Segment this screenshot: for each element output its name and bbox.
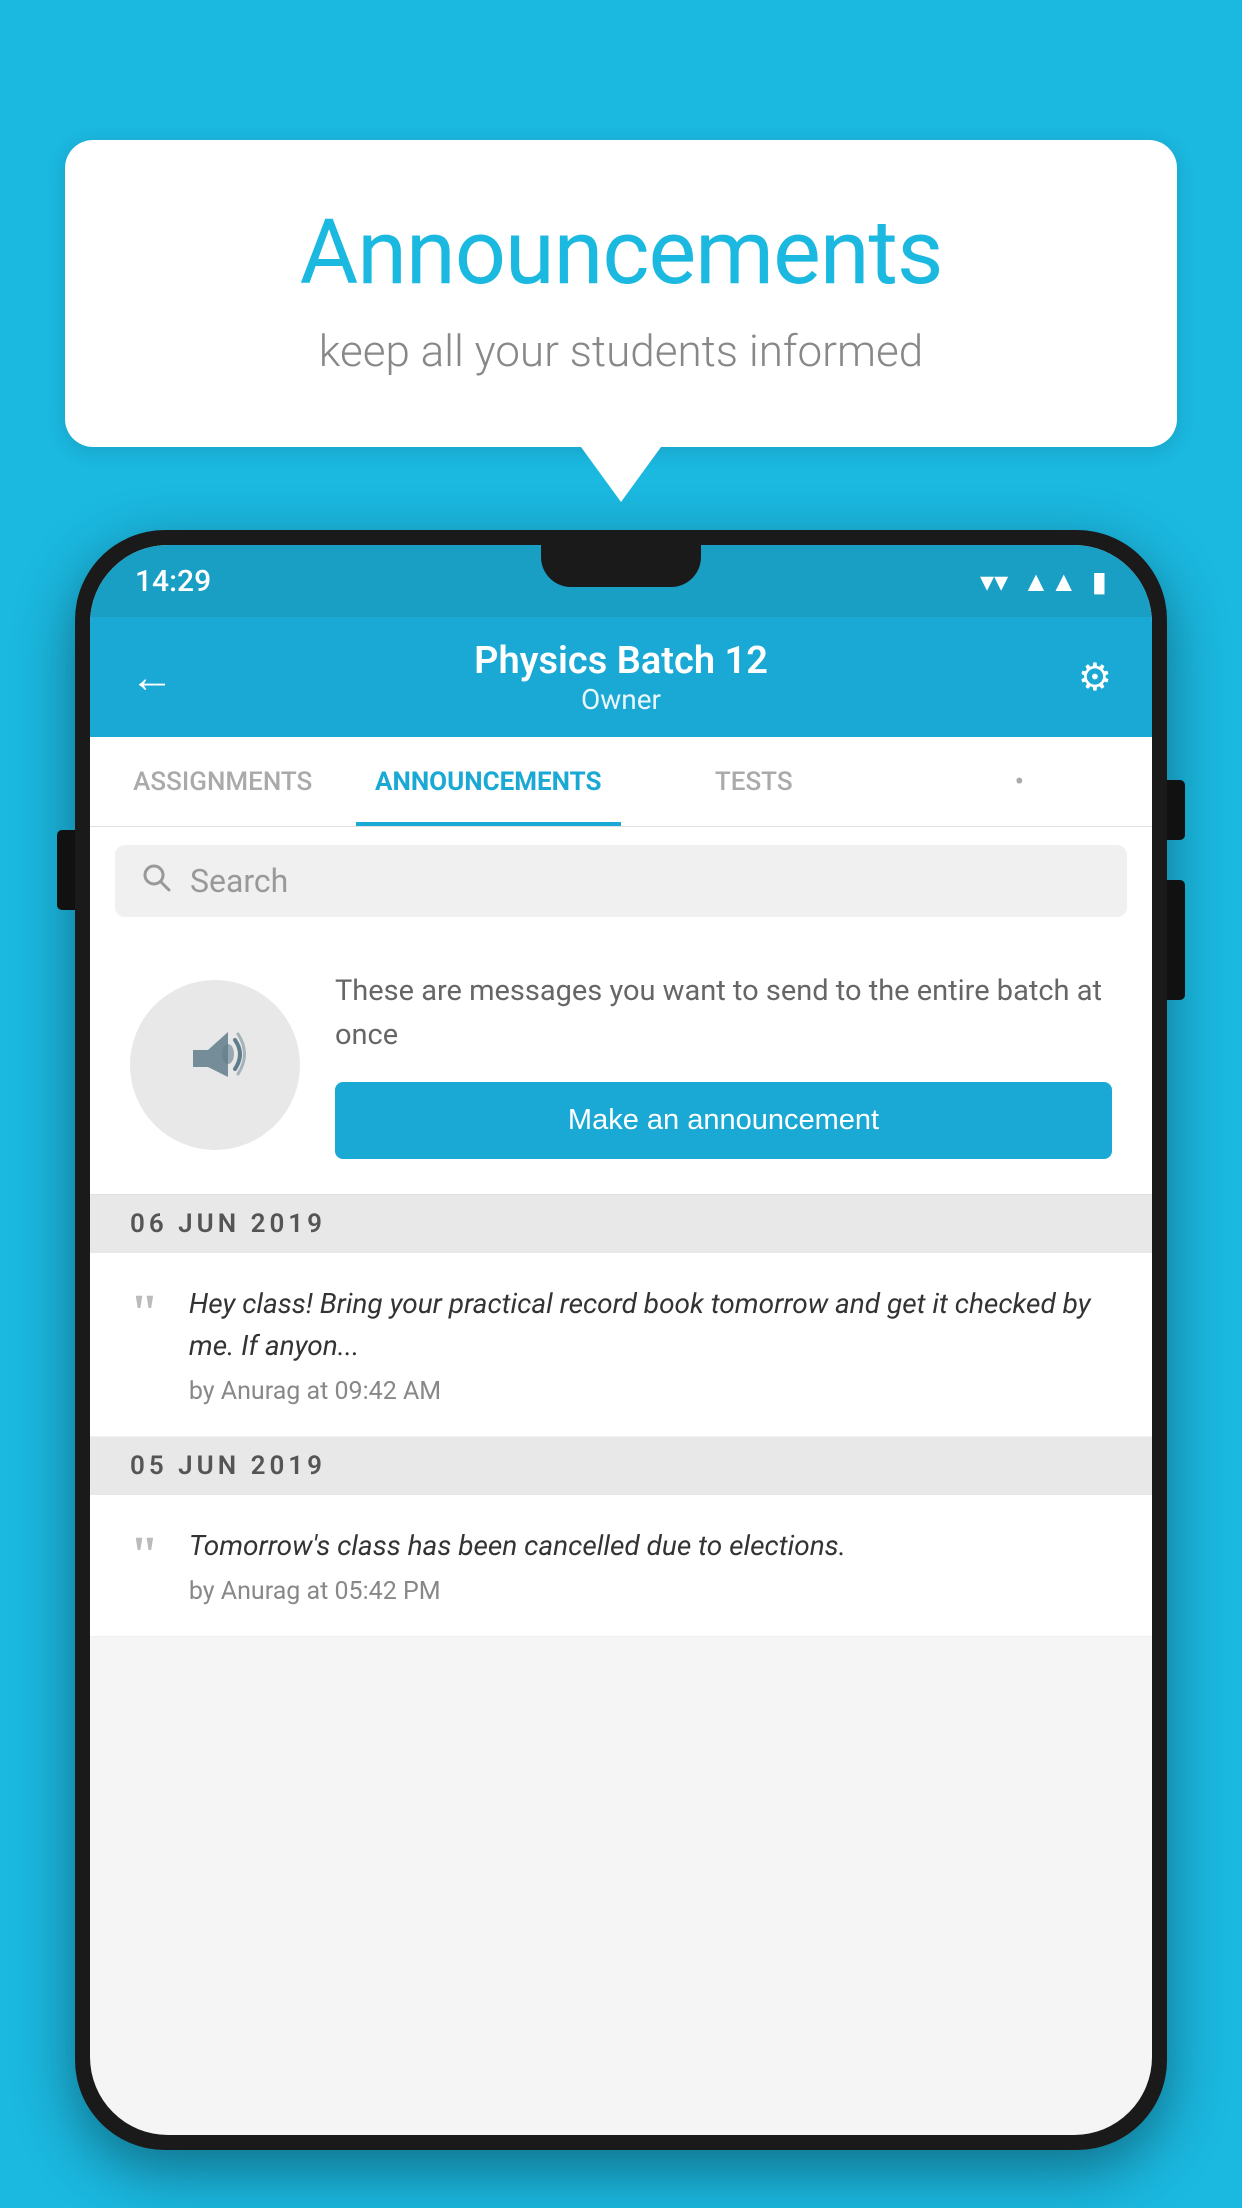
settings-button[interactable]: ⚙: [1052, 655, 1112, 700]
app-bar-title-wrap: Physics Batch 12 Owner: [190, 639, 1052, 716]
prompt-right: These are messages you want to send to t…: [335, 970, 1112, 1159]
tab-more[interactable]: •: [887, 737, 1153, 826]
tab-assignments[interactable]: ASSIGNMENTS: [90, 737, 356, 826]
app-bar-title: Physics Batch 12: [190, 639, 1052, 683]
volume-button: [57, 830, 75, 910]
phone-notch: [541, 545, 701, 587]
announcement-text-2: Tomorrow's class has been cancelled due …: [189, 1525, 1112, 1567]
announcement-meta-1: by Anurag at 09:42 AM: [189, 1377, 1112, 1406]
status-icons: ▾▾ ▲▲ ▮: [980, 565, 1107, 598]
signal-icon: ▲▲: [1022, 565, 1077, 598]
make-announcement-button[interactable]: Make an announcement: [335, 1082, 1112, 1159]
quote-icon-1: ": [130, 1288, 159, 1340]
announcement-prompt: These are messages you want to send to t…: [90, 935, 1152, 1195]
wifi-icon: ▾▾: [980, 565, 1008, 598]
announcement-content-1: Hey class! Bring your practical record b…: [189, 1283, 1112, 1406]
tab-tests[interactable]: TESTS: [621, 737, 887, 826]
date-separator-1: 06 JUN 2019: [90, 1195, 1152, 1253]
phone-wrapper: 14:29 ▾▾ ▲▲ ▮ ← Physics Batch 12 Owner ⚙: [75, 530, 1167, 2208]
battery-icon: ▮: [1092, 565, 1107, 598]
prompt-description: These are messages you want to send to t…: [335, 970, 1112, 1057]
phone-frame: 14:29 ▾▾ ▲▲ ▮ ← Physics Batch 12 Owner ⚙: [75, 530, 1167, 2150]
back-button[interactable]: ←: [130, 651, 190, 703]
search-placeholder: Search: [190, 862, 288, 900]
quote-icon-2: ": [130, 1530, 159, 1582]
speech-bubble-card: Announcements keep all your students inf…: [65, 140, 1177, 447]
status-time: 14:29: [135, 564, 211, 599]
bubble-title: Announcements: [135, 200, 1107, 305]
tabs-bar: ASSIGNMENTS ANNOUNCEMENTS TESTS •: [90, 737, 1152, 827]
power-button: [1167, 780, 1185, 840]
bubble-subtitle: keep all your students informed: [135, 325, 1107, 377]
announcement-text-1: Hey class! Bring your practical record b…: [189, 1283, 1112, 1367]
app-bar-subtitle: Owner: [190, 683, 1052, 716]
tab-announcements[interactable]: ANNOUNCEMENTS: [356, 737, 622, 826]
search-bar[interactable]: Search: [115, 845, 1127, 917]
speech-bubble-section: Announcements keep all your students inf…: [65, 140, 1177, 502]
announcement-item-2[interactable]: " Tomorrow's class has been cancelled du…: [90, 1495, 1152, 1637]
search-bar-wrap: Search: [90, 827, 1152, 935]
date-label-2: 05 JUN 2019: [130, 1451, 326, 1481]
phone-screen: 14:29 ▾▾ ▲▲ ▮ ← Physics Batch 12 Owner ⚙: [90, 545, 1152, 2135]
search-icon: [140, 860, 172, 902]
megaphone-circle: [130, 980, 300, 1150]
announcement-item-1[interactable]: " Hey class! Bring your practical record…: [90, 1253, 1152, 1437]
announcement-meta-2: by Anurag at 05:42 PM: [189, 1577, 1112, 1606]
megaphone-icon: [173, 1012, 258, 1117]
date-label-1: 06 JUN 2019: [130, 1209, 326, 1239]
volume-down-button: [1167, 880, 1185, 1000]
date-separator-2: 05 JUN 2019: [90, 1437, 1152, 1495]
app-bar: ← Physics Batch 12 Owner ⚙: [90, 617, 1152, 737]
bubble-arrow: [581, 447, 661, 502]
announcement-content-2: Tomorrow's class has been cancelled due …: [189, 1525, 1112, 1606]
